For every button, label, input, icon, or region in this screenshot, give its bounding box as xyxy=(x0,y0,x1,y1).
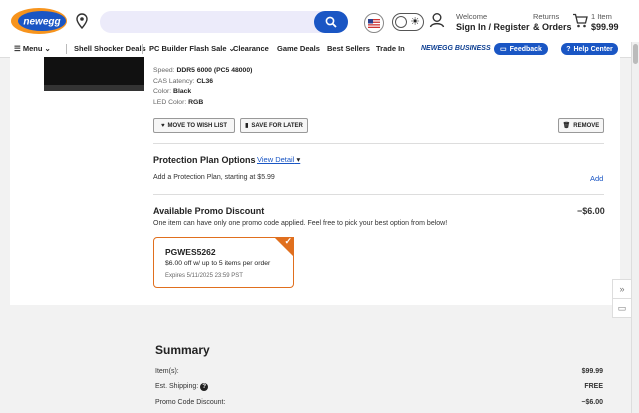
spec-speed: Speed: DDR5 6000 (PC5 48000) xyxy=(153,67,252,74)
button-label: REMOVE xyxy=(573,122,600,129)
search-input[interactable] xyxy=(100,11,348,33)
spec-cas-latency: CAS Latency: CL36 xyxy=(153,78,213,85)
help-circle-icon[interactable]: ? xyxy=(200,383,209,391)
theme-toggle[interactable]: ☀ xyxy=(392,13,424,31)
summary-shipping-label: Est. Shipping: ? xyxy=(155,383,209,391)
protection-plan-text: Add a Protection Plan, starting at $5.99 xyxy=(153,174,275,181)
promo-title: Available Promo Discount xyxy=(153,206,265,216)
nav-divider xyxy=(66,44,67,54)
feedback-icon: ▭ xyxy=(500,46,507,53)
chevron-down-icon: ⌄ xyxy=(44,44,51,53)
vertical-scrollbar[interactable] xyxy=(631,42,639,413)
help-icon: ? xyxy=(566,45,571,53)
protection-plan-title: Protection Plan Options xyxy=(153,155,256,165)
menu-button[interactable]: ☰ Menu ⌄ xyxy=(14,44,51,53)
summary-items-label: Item(s): xyxy=(155,368,179,375)
user-icon[interactable] xyxy=(429,12,445,28)
button-label: SAVE FOR LATER xyxy=(251,122,303,129)
trash-icon: 🗑 xyxy=(562,123,571,129)
summary-title: Summary xyxy=(155,343,210,357)
welcome-text: Welcome xyxy=(456,12,488,21)
nav-item-best-sellers[interactable]: Best Sellers xyxy=(327,44,370,53)
promo-amount: −$6.00 xyxy=(577,206,605,216)
signin-link[interactable]: Sign In / Register xyxy=(456,22,530,32)
promo-code-card[interactable]: ✓ PGWES5262 $6.00 off w/ up to 5 items p… xyxy=(153,236,294,288)
summary-shipping-value: FREE xyxy=(584,383,603,390)
cart-item-card xyxy=(10,57,620,305)
search-button[interactable] xyxy=(314,11,348,33)
nav-item-game-deals[interactable]: Game Deals xyxy=(277,44,320,53)
scrollbar-thumb[interactable] xyxy=(633,44,638,64)
nav-item-shell-shocker[interactable]: Shell Shocker Deals xyxy=(74,44,146,53)
bookmark-icon: ▮ xyxy=(245,123,249,129)
chat-button[interactable]: ▭ xyxy=(612,298,632,318)
summary-promo-value: −$6.00 xyxy=(581,399,603,406)
checkmark-icon: ✓ xyxy=(284,236,292,246)
heart-icon: ♥ xyxy=(160,122,165,129)
add-protection-link[interactable]: Add xyxy=(590,174,603,183)
nav-item-pc-builder-flash-sale[interactable]: PC Builder Flash Sale ⌄ xyxy=(149,44,235,53)
country-flag-icon[interactable] xyxy=(364,13,384,33)
newegg-logo[interactable]: newegg xyxy=(9,7,69,35)
sun-icon: ☀ xyxy=(410,16,420,28)
us-flag-icon xyxy=(368,18,380,28)
spec-value: DDR5 6000 (PC5 48000) xyxy=(176,67,253,74)
view-detail-label: View Detail xyxy=(257,155,295,164)
spec-label: Speed: xyxy=(153,67,175,74)
nav-bar: ☰ Menu ⌄ Shell Shocker Deals PC Builder … xyxy=(0,42,639,58)
promo-code: PGWES5262 xyxy=(165,247,216,257)
menu-label: Menu xyxy=(22,44,43,53)
spec-label: Color: xyxy=(153,88,172,95)
nav-item-label: PC Builder Flash Sale xyxy=(149,44,227,53)
svg-text:newegg: newegg xyxy=(23,17,60,28)
cart-icon[interactable] xyxy=(572,13,588,28)
button-label: MOVE TO WISH LIST xyxy=(167,122,228,129)
nav-item-clearance[interactable]: Clearance xyxy=(233,44,269,53)
chat-icon: ▭ xyxy=(617,302,627,313)
collapse-button[interactable]: » xyxy=(612,279,632,299)
divider xyxy=(153,143,604,144)
spec-color: Color: Black xyxy=(153,88,191,95)
promo-description: $6.00 off w/ up to 5 items per order xyxy=(165,260,271,267)
feedback-label: Feedback xyxy=(509,45,542,53)
spec-led-color: LED Color: RGB xyxy=(153,99,203,106)
shipping-label-text: Est. Shipping: xyxy=(155,383,199,390)
view-detail-link[interactable]: View Detail ▾ xyxy=(257,155,300,164)
newegg-business-link[interactable]: NEWEGG BUSINESS xyxy=(421,45,491,52)
summary-items-value: $99.99 xyxy=(581,368,603,375)
spec-label: LED Color: xyxy=(153,99,187,106)
location-pin-icon[interactable] xyxy=(76,13,88,29)
cart-total[interactable]: $99.99 xyxy=(591,22,619,32)
search-icon xyxy=(325,16,337,28)
remove-button[interactable]: 🗑 REMOVE xyxy=(558,118,604,133)
promo-expiry: Expires 5/11/2025 23:59 PST xyxy=(165,273,243,279)
nav-item-trade-in[interactable]: Trade In xyxy=(376,44,405,53)
hamburger-icon: ☰ xyxy=(14,44,21,53)
spec-value: Black xyxy=(173,88,192,95)
cart-item-count: 1 Item xyxy=(591,12,612,21)
returns-text[interactable]: Returns xyxy=(533,12,559,21)
spec-value: CL36 xyxy=(196,78,214,85)
caret-down-icon: ▾ xyxy=(296,155,301,164)
protection-text: Add a Protection Plan, starting at xyxy=(153,174,256,181)
promo-note: One item can have only one promo code ap… xyxy=(153,220,448,227)
top-header: newegg ☀ Welcome Sign In / Register Retu… xyxy=(0,0,639,42)
protection-price: $5.99 xyxy=(257,174,275,181)
summary-promo-label: Promo Code Discount: xyxy=(155,399,226,406)
nav-divider xyxy=(142,44,143,54)
spec-value: RGB xyxy=(188,99,204,106)
double-chevron-down-icon: » xyxy=(619,284,625,294)
move-to-wishlist-button[interactable]: ♥ MOVE TO WISH LIST xyxy=(153,118,235,133)
help-center-button[interactable]: ? Help Center xyxy=(561,43,618,55)
spec-label: CAS Latency: xyxy=(153,78,195,85)
toggle-knob xyxy=(395,16,407,28)
feedback-button[interactable]: ▭ Feedback xyxy=(494,43,548,55)
product-image[interactable] xyxy=(44,57,144,91)
orders-link[interactable]: & Orders xyxy=(533,22,572,32)
save-for-later-button[interactable]: ▮ SAVE FOR LATER xyxy=(240,118,308,133)
help-label: Help Center xyxy=(573,45,613,53)
divider xyxy=(153,194,604,195)
